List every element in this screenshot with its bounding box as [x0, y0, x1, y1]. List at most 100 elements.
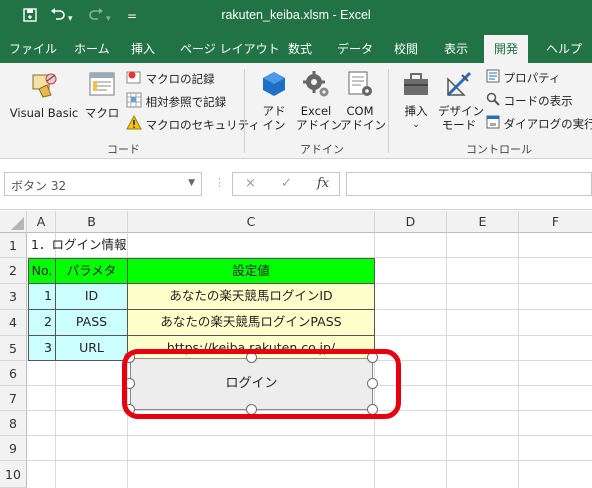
- addins-icon: [259, 69, 289, 102]
- name-box-value: ボタン 32: [11, 179, 67, 193]
- cell-b3[interactable]: ID: [55, 283, 128, 310]
- relative-reference-button[interactable]: 相対参照で記録: [126, 92, 226, 110]
- addins-button[interactable]: アド イン: [258, 69, 290, 132]
- tab-view[interactable]: 表示: [444, 40, 468, 57]
- title-bar: ▾ ▾ = rakuten_keiba.xlsm - Excel: [0, 0, 592, 33]
- cell-b5[interactable]: URL: [55, 335, 128, 361]
- select-all-corner[interactable]: [0, 211, 27, 233]
- tab-formulas[interactable]: 数式: [288, 40, 312, 57]
- row-header-2[interactable]: 2: [0, 258, 27, 284]
- warning-icon: [126, 114, 142, 136]
- tab-page-layout[interactable]: ページ レイアウト: [180, 40, 280, 57]
- gridline: [446, 233, 447, 488]
- cell-c2[interactable]: 設定値: [127, 258, 375, 284]
- cell-c4[interactable]: あなたの楽天競馬ログインPASS: [127, 309, 375, 336]
- cancel-icon[interactable]: ×: [245, 176, 256, 191]
- design-mode-label-1: デザイン: [438, 104, 484, 118]
- cell-a3[interactable]: 1: [28, 283, 56, 310]
- cell-a2[interactable]: No.: [28, 258, 56, 284]
- gear-icon: [301, 69, 331, 102]
- tab-insert[interactable]: 挿入: [131, 40, 155, 57]
- name-box[interactable]: ボタン 32 ▼: [4, 172, 202, 196]
- tab-home[interactable]: ホーム: [74, 40, 110, 57]
- record-macro-button[interactable]: マクロの記録: [126, 69, 215, 87]
- column-header-f[interactable]: F: [519, 211, 592, 233]
- tab-help[interactable]: ヘルプ: [546, 40, 582, 57]
- record-macro-icon: [126, 69, 142, 90]
- com-addins-label-2: アドイン: [340, 118, 386, 132]
- visual-basic-icon: [29, 69, 59, 102]
- cell-c3[interactable]: あなたの楽天競馬ログインID: [127, 283, 375, 310]
- cell-a4[interactable]: 2: [28, 309, 56, 336]
- name-box-dropdown-icon[interactable]: ▼: [188, 178, 195, 188]
- formula-input[interactable]: [346, 172, 592, 196]
- view-code-icon: [486, 92, 500, 111]
- run-dialog-button[interactable]: ダイアログの実行: [486, 115, 592, 133]
- formula-buttons: × ✓ fx: [232, 172, 340, 196]
- highlight-annotation: [122, 349, 401, 419]
- insert-control-button[interactable]: 挿入 ⌄: [398, 69, 434, 132]
- com-addins-button[interactable]: COM アドイン: [340, 69, 386, 132]
- addins-label-2: イン: [262, 118, 286, 132]
- row-header-10[interactable]: 10: [0, 461, 27, 488]
- excel-addins-label-1: Excel: [300, 104, 332, 118]
- row-header-6[interactable]: 6: [0, 361, 27, 386]
- macro-security-button[interactable]: マクロのセキュリティ: [126, 114, 260, 136]
- insert-control-label: 挿入: [404, 104, 428, 118]
- design-mode-button[interactable]: デザイン モード: [438, 69, 484, 132]
- chevron-down-icon: ⌄: [412, 120, 420, 130]
- run-dialog-label: ダイアログの実行: [503, 117, 592, 131]
- properties-icon: [486, 69, 500, 88]
- column-header-d[interactable]: D: [375, 211, 447, 233]
- group-separator: [388, 69, 389, 153]
- excel-addins-button[interactable]: Excel アドイン: [296, 69, 342, 132]
- macros-button[interactable]: マクロ: [84, 69, 120, 120]
- design-mode-icon: [444, 69, 474, 102]
- visual-basic-label: Visual Basic: [9, 106, 79, 120]
- tab-review[interactable]: 校閲: [394, 40, 418, 57]
- row-header-5[interactable]: 5: [0, 336, 27, 361]
- column-header-b[interactable]: B: [56, 211, 128, 233]
- macros-icon: [87, 69, 117, 102]
- cell-a1[interactable]: 1．ログイン情報: [31, 233, 331, 258]
- row-header-8[interactable]: 8: [0, 411, 27, 436]
- gridline: [27, 460, 592, 461]
- tab-file[interactable]: ファイル: [9, 40, 57, 57]
- enter-icon[interactable]: ✓: [281, 176, 292, 191]
- view-code-label: コードの表示: [503, 94, 573, 108]
- row-header-1[interactable]: 1: [0, 233, 27, 258]
- row-header-9[interactable]: 9: [0, 436, 27, 461]
- row-header-3[interactable]: 3: [0, 284, 27, 310]
- code-group-label: コード: [107, 143, 140, 156]
- cell-b2[interactable]: パラメタ: [55, 258, 128, 284]
- tab-data[interactable]: データ: [337, 40, 373, 57]
- view-code-button[interactable]: コードの表示: [486, 92, 573, 110]
- com-addins-label-1: COM: [346, 104, 374, 118]
- ribbon-developer: Visual Basic マクロ マクロの記録 相対参照で記録 マクロのセキュリ…: [0, 63, 592, 159]
- row-header-4[interactable]: 4: [0, 310, 27, 336]
- macros-label: マクロ: [84, 106, 120, 120]
- tab-developer[interactable]: 開発: [484, 35, 529, 63]
- macro-security-label: マクロのセキュリティ: [145, 118, 260, 132]
- visual-basic-button[interactable]: Visual Basic: [8, 69, 80, 120]
- cell-a5[interactable]: 3: [28, 335, 56, 361]
- toolbox-icon: [401, 69, 431, 102]
- column-header-e[interactable]: E: [447, 211, 519, 233]
- insert-function-icon[interactable]: fx: [317, 176, 329, 191]
- ribbon-tabs: ファイル ホーム 挿入 ページ レイアウト 数式 データ 校閲 表示 開発 ヘル…: [0, 33, 592, 63]
- column-header-a[interactable]: A: [27, 211, 56, 233]
- splitter-handle[interactable]: ⋮: [214, 176, 225, 189]
- com-addins-icon: [345, 69, 375, 102]
- column-header-c[interactable]: C: [128, 211, 375, 233]
- addins-group-label: アドイン: [300, 143, 344, 156]
- run-dialog-icon: [486, 115, 500, 134]
- properties-button[interactable]: プロパティ: [486, 69, 560, 87]
- cell-b4[interactable]: PASS: [55, 309, 128, 336]
- window-title: rakuten_keiba.xlsm - Excel: [221, 8, 371, 22]
- gridline: [27, 435, 592, 436]
- formula-bar: ボタン 32 ▼ ⋮ × ✓ fx: [0, 160, 592, 210]
- addins-label-1: アド: [262, 104, 286, 118]
- row-header-7[interactable]: 7: [0, 386, 27, 411]
- excel-addins-label-2: アドイン: [296, 118, 342, 132]
- controls-group-label: コントロール: [466, 143, 532, 156]
